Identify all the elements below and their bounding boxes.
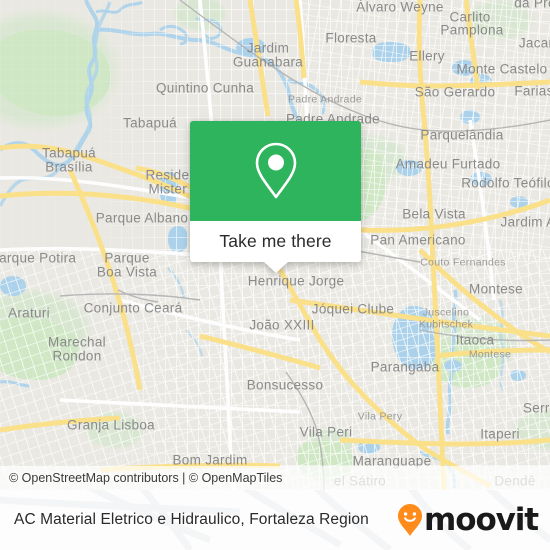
map-label: Bela Vista	[402, 206, 466, 222]
moovit-brand[interactable]: moovit	[397, 503, 550, 537]
map-label: Kubitschek	[418, 318, 474, 331]
map-label: Amadeu Furtado	[395, 156, 501, 172]
map-label: Parquelândia	[420, 127, 504, 143]
map-label: João XXIII	[249, 317, 315, 333]
map-label: Couto Fernandes	[420, 256, 506, 269]
map-label: Henrique Jorge	[247, 273, 345, 289]
moovit-smiley-pin-icon	[398, 504, 423, 536]
map-label: Guanabara	[232, 54, 304, 70]
map-attribution: © OpenStreetMap contributors | © OpenMap…	[0, 466, 550, 490]
map-label: Jóquei Clube	[311, 301, 395, 317]
map-label: Álvaro Weyne	[356, 0, 444, 15]
map-label: Montese	[468, 348, 512, 361]
map-label: Padre Andrade	[288, 93, 362, 106]
map-label: Jardim	[246, 40, 290, 56]
map-label: Ellery	[409, 48, 445, 64]
map-label: Rondon	[52, 348, 102, 364]
map-label: Rodolfo Teófilo	[461, 175, 550, 191]
map-label: Araturi	[8, 305, 50, 321]
map-label: Farias	[514, 83, 550, 99]
map-label: Itaoca	[455, 332, 495, 348]
map-pin-icon	[255, 142, 296, 199]
map-label: Serri	[522, 400, 550, 416]
map-label: Brasília	[45, 159, 93, 175]
map-label: Montese	[469, 281, 523, 297]
location-popup-card[interactable]: Take me there	[190, 121, 361, 273]
map-label: Marechal	[48, 334, 106, 350]
popup-card-action[interactable]: Take me there	[190, 221, 361, 262]
map-label: Bom Jardim	[172, 452, 248, 468]
map-label: Tabapuá	[123, 115, 177, 131]
map-label: Conjunto Ceará	[83, 300, 183, 316]
map-label: São Gerardo	[414, 84, 496, 100]
attribution-text: © OpenStreetMap contributors | © OpenMap…	[9, 471, 283, 485]
map-label: Itaperi	[480, 426, 520, 442]
map-label: Parangaba	[370, 359, 440, 375]
map-label: Quintino Cunha	[155, 80, 255, 96]
map-label: da Pre	[514, 0, 550, 11]
place-title: AC Material Eletrico e Hidraulico, Forta…	[14, 511, 369, 528]
map-label: Granja Lisboa	[67, 417, 155, 433]
screenshot-root: Tabapuá Quintino Cunha Jardim Guanabara Flor…	[0, 0, 550, 550]
map-label: Vila Peri	[299, 424, 353, 440]
map-label: Tabapuá	[42, 145, 96, 161]
map-label: Parque	[104, 250, 150, 266]
footer-bar: AC Material Eletrico e Hidraulico, Forta…	[0, 490, 550, 550]
map-label: Jacare	[518, 35, 550, 51]
take-me-there-label: Take me there	[219, 231, 332, 251]
map-label: Bonsucesso	[246, 377, 324, 393]
map-label: Boa Vista	[96, 264, 158, 280]
map-label: Jardim A	[500, 214, 550, 230]
map-label: Pamplona	[440, 22, 504, 38]
map-label: Monte Castelo	[456, 61, 548, 77]
map-label: Vila Pery	[357, 410, 403, 423]
map-label: Parque Albano	[95, 210, 189, 226]
map-label: Pan Americano	[370, 232, 466, 248]
moovit-wordmark: moovit	[424, 501, 539, 538]
map-label: Floresta	[325, 30, 377, 46]
popup-card-pointer	[263, 262, 288, 273]
popup-card-header	[190, 121, 361, 221]
map-label: Parque Potira	[0, 250, 77, 266]
